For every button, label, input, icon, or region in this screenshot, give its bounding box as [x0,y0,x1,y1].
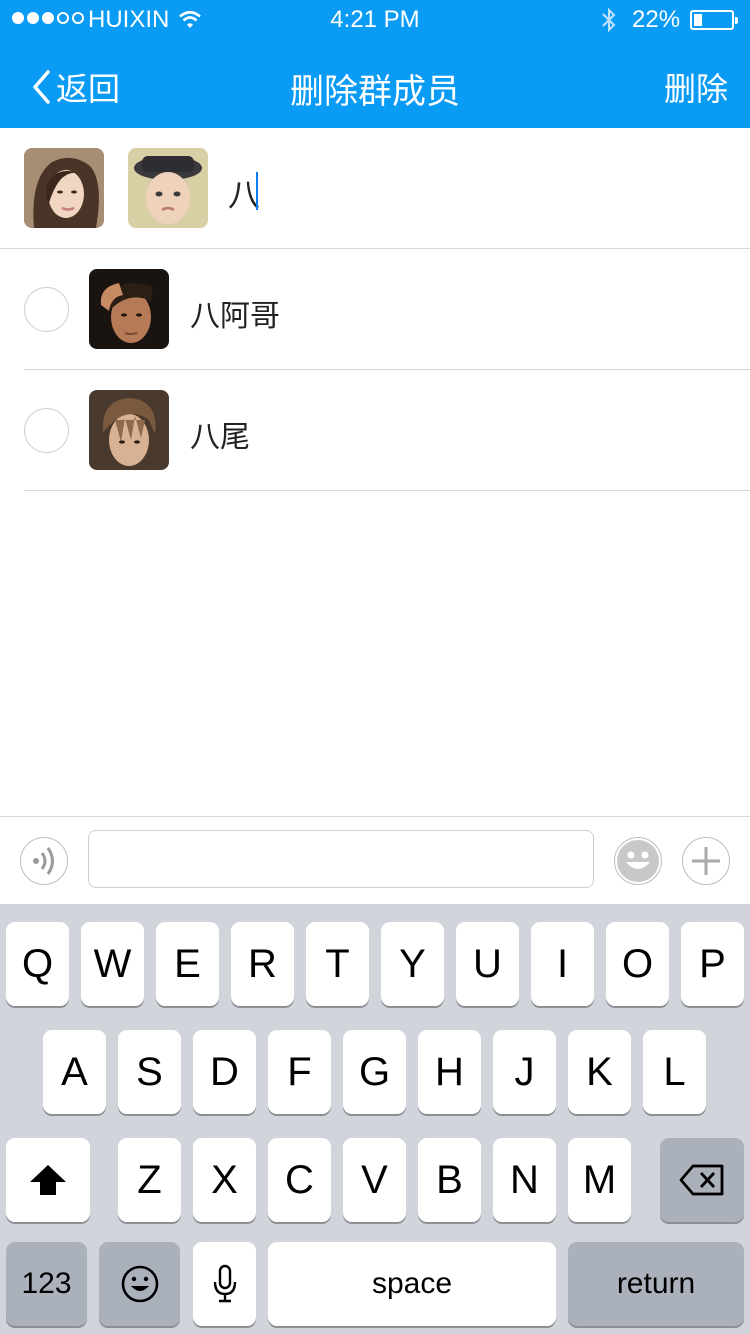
keyboard: Q W E R T Y U I O P A S D F G H J K L Z … [0,904,750,1334]
key-z[interactable]: Z [118,1138,181,1222]
microphone-icon [213,1264,236,1303]
key-e[interactable]: E [156,922,219,1006]
key-v[interactable]: V [343,1138,406,1222]
emoji-button[interactable] [614,837,662,885]
plus-icon [692,847,720,875]
avatar [89,269,169,349]
key-i[interactable]: I [531,922,594,1006]
key-s[interactable]: S [118,1030,181,1114]
emoji-icon [121,1265,158,1303]
list-item[interactable]: 八尾 [0,370,750,491]
key-x[interactable]: X [193,1138,256,1222]
top-bar: HUIXIN 4:21 PM 22% 返回 删除群成员 删除 [0,0,750,128]
return-key[interactable]: return [568,1242,744,1326]
battery-percentage: 22% [632,6,681,33]
key-q[interactable]: Q [6,922,69,1006]
battery-level [694,14,702,26]
select-checkbox[interactable] [24,287,69,332]
key-a[interactable]: A [43,1030,106,1114]
key-u[interactable]: U [456,922,519,1006]
selected-avatar[interactable] [24,148,104,228]
selected-members-bar: 八 [0,128,750,249]
key-d[interactable]: D [193,1030,256,1114]
shift-key[interactable] [6,1138,90,1222]
backspace-icon [679,1164,724,1196]
navigation-bar: 返回 删除群成员 删除 [0,40,750,128]
bluetooth-icon [602,7,616,33]
space-key[interactable]: space [268,1242,556,1326]
boy-portrait-avatar [128,148,208,228]
emoji-icon [617,840,659,882]
shift-icon [30,1165,66,1195]
member-name: 八尾 [190,420,250,455]
numbers-key[interactable]: 123 [6,1242,87,1326]
key-w[interactable]: W [81,922,144,1006]
status-bar: HUIXIN 4:21 PM 22% [0,0,750,40]
key-m[interactable]: M [568,1138,631,1222]
voice-button[interactable] [20,837,68,885]
key-y[interactable]: Y [381,922,444,1006]
emoji-key[interactable] [99,1242,180,1326]
member-name: 八阿哥 [190,299,280,334]
man-portrait-avatar [89,269,169,349]
key-j[interactable]: J [493,1030,556,1114]
key-l[interactable]: L [643,1030,706,1114]
woman-portrait-avatar [24,148,104,228]
delete-button[interactable]: 删除 [664,64,728,110]
chat-input-bar [0,816,750,904]
text-cursor [256,172,258,210]
message-input[interactable] [88,830,594,888]
key-g[interactable]: G [343,1030,406,1114]
key-k[interactable]: K [568,1030,631,1114]
key-t[interactable]: T [306,922,369,1006]
key-f[interactable]: F [268,1030,331,1114]
man-portrait-avatar [89,390,169,470]
avatar [89,390,169,470]
page-title: 删除群成员 [290,72,460,112]
list-item[interactable]: 八阿哥 [0,249,750,370]
key-r[interactable]: R [231,922,294,1006]
key-p[interactable]: P [681,922,744,1006]
add-button[interactable] [682,837,730,885]
key-h[interactable]: H [418,1030,481,1114]
key-n[interactable]: N [493,1138,556,1222]
divider [24,490,750,491]
select-checkbox[interactable] [24,408,69,453]
battery-icon [690,10,738,30]
delete-key[interactable] [660,1138,744,1222]
key-o[interactable]: O [606,922,669,1006]
key-b[interactable]: B [418,1138,481,1222]
selected-avatar[interactable] [128,148,208,228]
key-c[interactable]: C [268,1138,331,1222]
dictation-key[interactable] [193,1242,256,1326]
voice-icon [33,847,54,875]
